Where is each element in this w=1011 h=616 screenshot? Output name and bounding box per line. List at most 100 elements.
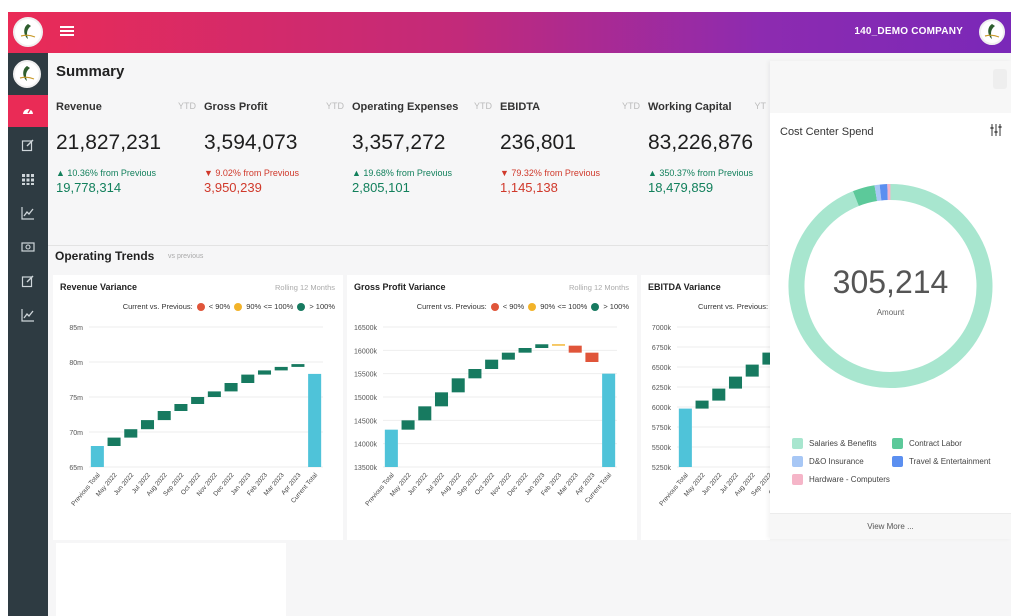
sidebar-item-reports[interactable] [8, 299, 48, 331]
legend-item[interactable]: Salaries & Benefits [792, 437, 892, 449]
section-title: Operating Trends [55, 249, 155, 263]
chart-legend: Current vs. Previous: < 90% 90% <= 100% … [417, 302, 629, 311]
kpi-value: 83,226,876 [648, 131, 754, 154]
chart-title: EBITDA Variance [648, 282, 721, 292]
legend-label: > 100% [309, 302, 335, 311]
hamburger-icon[interactable] [60, 24, 74, 38]
pencil-icon[interactable] [993, 69, 1007, 89]
cost-center-spend-card: Cost Center Spend 305,214 Amount Salarie… [770, 61, 1011, 539]
chart-period[interactable]: Rolling 12 Months [275, 283, 335, 292]
kpi-working-capital[interactable]: Working Capital YT 83,226,876 ▲ 350.37% f… [648, 101, 766, 195]
y-tick-label: 65m [69, 465, 83, 472]
legend-label: > 100% [603, 302, 629, 311]
legend-label: < 90% [208, 302, 231, 311]
donut-slice [874, 184, 882, 202]
legend-label: Contract Labor [909, 438, 962, 448]
top-bar: 140_DEMO COMPANY [8, 12, 1011, 53]
legend-swatch [892, 437, 903, 449]
sidebar-item-analytics[interactable] [8, 197, 48, 229]
sidebar-item-finance[interactable] [8, 231, 48, 263]
kpi-change: ▲ 19.68% from Previous [352, 168, 452, 178]
chart-title: Revenue Variance [60, 282, 138, 292]
brand-logo[interactable] [13, 17, 43, 47]
sidebar-item-dashboard[interactable] [8, 95, 48, 127]
legend-label: D&O Insurance [809, 456, 864, 466]
kpi-value: 236,801 [500, 131, 576, 154]
kpi-gross-profit[interactable]: Gross Profit YTD 3,594,073 ▼ 9.02% from P… [204, 101, 344, 195]
sidebar-item-edit[interactable] [8, 129, 48, 161]
kpi-change: ▼ 79.32% from Previous [500, 168, 600, 178]
user-avatar[interactable] [979, 19, 1005, 45]
chart-bar [551, 344, 566, 346]
kpi-period: YTD [326, 101, 344, 111]
revenue-variance-panel: 65m 70m 75m 80m 85m Previous Total May 2022 Jun… [53, 275, 343, 540]
legend-label: 90% <= 100% [540, 302, 588, 311]
chart-bar [124, 429, 138, 438]
chart-bar [602, 373, 616, 467]
y-tick-label: 6500k [652, 365, 672, 372]
chart-bar [535, 344, 549, 348]
legend-item[interactable]: Contract Labor [892, 437, 992, 449]
chart-bar [274, 366, 288, 371]
filter-sliders-icon[interactable] [989, 123, 1003, 137]
edit-icon [21, 139, 34, 152]
chart-bar [518, 348, 532, 353]
view-more-button[interactable]: View More ... [770, 513, 1011, 539]
donut-total-label: Amount [876, 308, 905, 317]
kpi-change: ▲ 10.36% from Previous [56, 168, 156, 178]
ebitda-variance-panel: 5250k 5500k 5750k 6000k 6250k 6500k 6750k 7000k… [641, 275, 770, 540]
legend-dot-yellow [234, 302, 243, 311]
chart-bar [728, 376, 743, 389]
chart-bar [468, 369, 482, 379]
y-tick-label: 14500k [354, 418, 377, 425]
y-tick-label: 5750k [652, 425, 672, 432]
gross-profit-variance-chart: 13500k 14000k 14500k 15000k 15500k 16000k 1650… [354, 325, 617, 507]
chart-bar [485, 359, 499, 369]
chart-bar [695, 400, 709, 409]
kpi-period: YTD [178, 101, 196, 111]
y-tick-label: 7000k [652, 325, 672, 332]
y-tick-label: 5250k [652, 465, 672, 472]
chart-bar [712, 388, 726, 401]
line-chart-icon [21, 207, 34, 220]
kpi-label: EBIDTA [500, 101, 541, 113]
y-tick-label: 75m [69, 395, 83, 402]
kpi-ebidta[interactable]: EBIDTA YTD 236,801 ▼ 79.32% from Previous… [500, 101, 640, 195]
chart-bar [291, 364, 305, 367]
chart-bar [157, 411, 171, 421]
chart-bar [451, 378, 465, 393]
chart-bar [762, 352, 770, 365]
legend-prefix: Current vs. Previous: [122, 302, 193, 311]
sidebar-logo[interactable] [13, 60, 41, 88]
kpi-value: 3,357,272 [352, 131, 446, 154]
chart-bar [207, 391, 221, 397]
chart-bar [224, 383, 238, 392]
kpi-revenue[interactable]: Revenue YTD 21,827,231 ▲ 10.36% from Prev… [56, 101, 196, 195]
y-tick-label: 14000k [354, 442, 377, 449]
legend-item[interactable]: Hardware - Computers [792, 473, 892, 485]
donut-total: 305,214 [832, 264, 949, 300]
y-tick-label: 85m [69, 325, 83, 332]
chart-legend: Current vs. Previous: [698, 302, 768, 311]
chart-bar [418, 406, 432, 421]
legend-prefix: Current vs. Previous: [416, 302, 487, 311]
legend-label: < 90% [502, 302, 525, 311]
sidebar-item-grid[interactable] [8, 163, 48, 195]
company-name[interactable]: 140_DEMO COMPANY [854, 26, 963, 37]
chart-bar [678, 408, 692, 467]
page-title: Summary [56, 63, 125, 80]
kpi-change: ▲ 350.37% from Previous [648, 168, 753, 178]
legend-item[interactable]: D&O Insurance [792, 455, 892, 467]
grid-icon [22, 174, 34, 185]
sidebar-item-edit-2[interactable] [8, 265, 48, 297]
kpi-operating-expenses[interactable]: Operating Expenses YTD 3,357,272 ▲ 19.68%… [352, 101, 492, 195]
main-content: Summary Revenue YTD 21,827,231 ▲ 10.36% f… [48, 53, 1011, 616]
chart-bar [174, 404, 188, 411]
revenue-variance-chart: 65m70m75m80m85mPrevious TotalMay 2022Jun… [69, 325, 323, 507]
legend-item[interactable]: Travel & Entertainment [892, 455, 992, 467]
edit-icon [21, 275, 34, 288]
y-tick-label: 6000k [652, 405, 672, 412]
empty-panel [56, 543, 286, 616]
money-icon [21, 242, 35, 252]
chart-period[interactable]: Rolling 12 Months [569, 283, 629, 292]
